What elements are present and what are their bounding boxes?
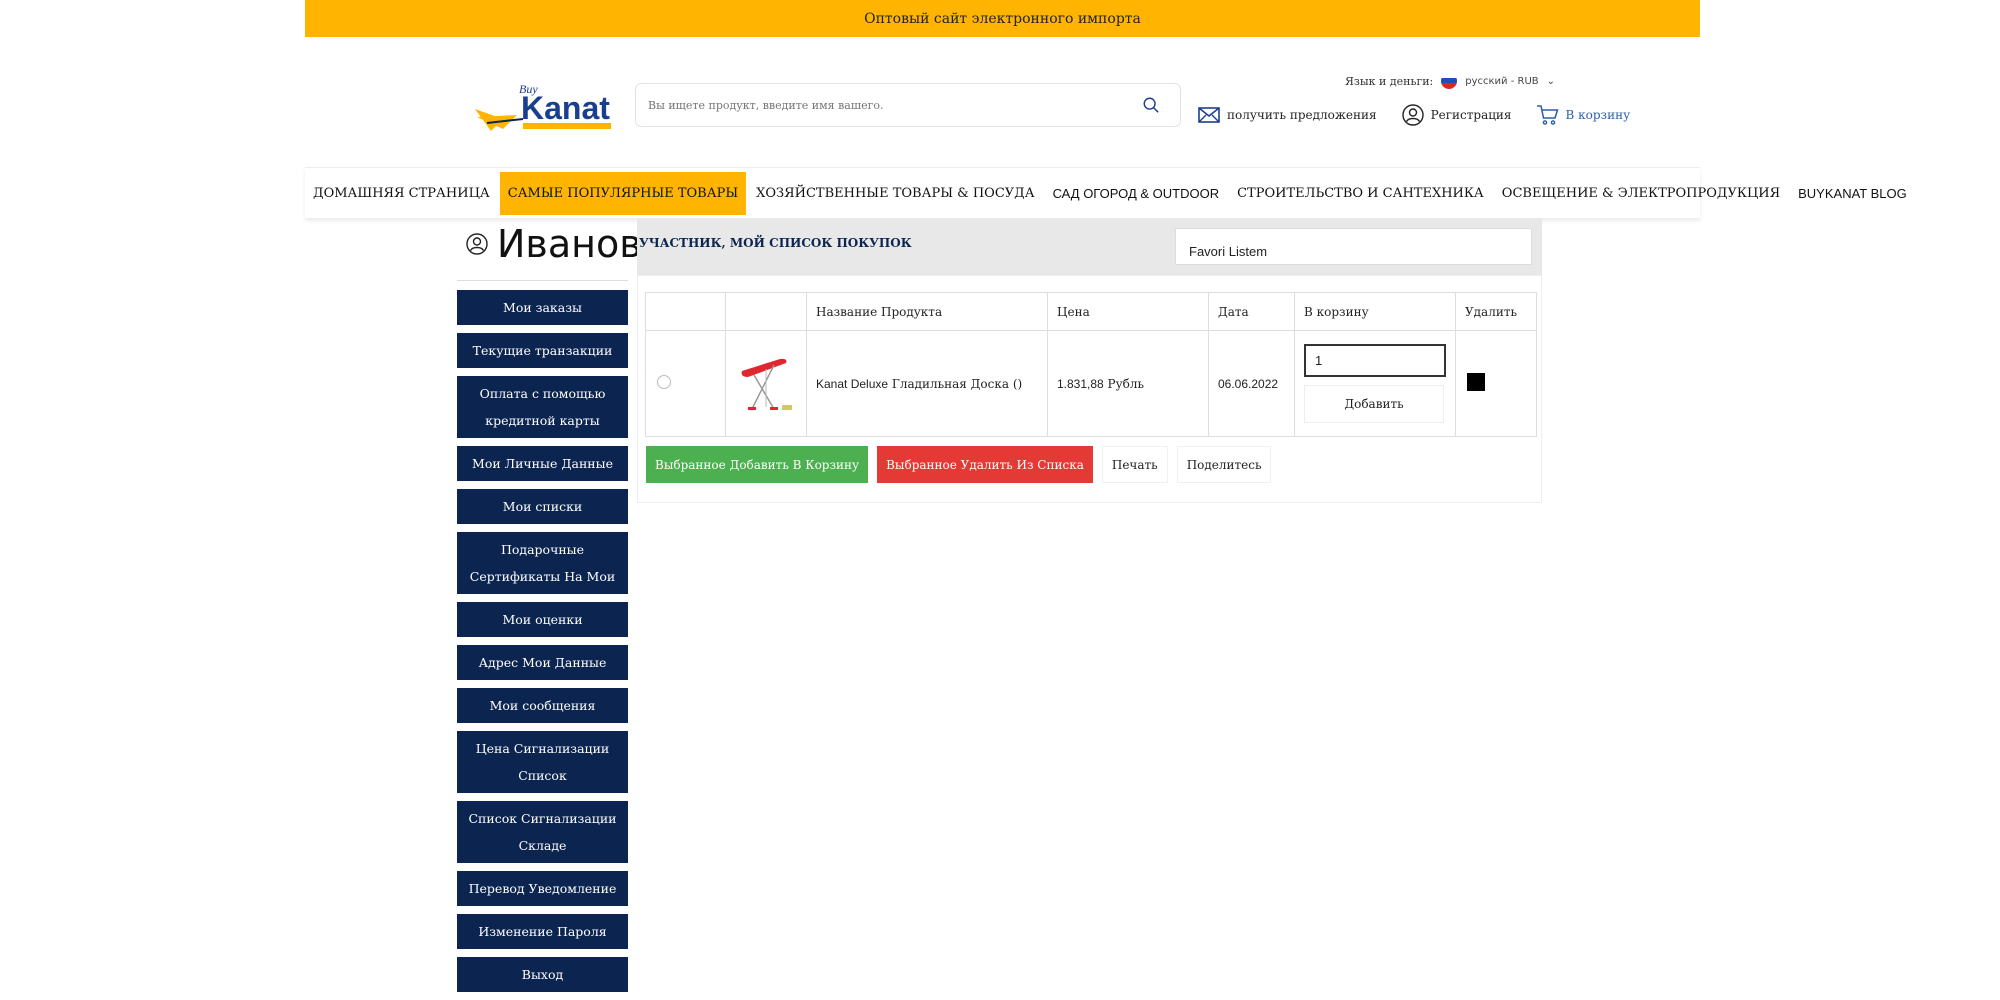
sidebar-item-stock-alerts[interactable]: Список Сигнализации Складе (457, 801, 628, 863)
sidebar-item-ratings[interactable]: Мои оценки (457, 602, 628, 637)
logo-icon: Kanat Buy (475, 82, 611, 131)
register-label: Регистрация (1430, 108, 1512, 122)
offers-link[interactable]: получить предложения (1197, 103, 1377, 127)
language-currency[interactable]: Язык и деньги: русский - RUB ⌄ (1345, 73, 1555, 89)
nav-item-home[interactable]: ДОМАШНЯЯ СТРАНИЦА (305, 172, 498, 215)
user-circle-icon (466, 233, 488, 255)
add-selected-to-cart-button[interactable]: Выбранное Добавить В Корзину (646, 446, 869, 483)
sidebar-item-messages[interactable]: Мои сообщения (457, 688, 628, 723)
col-product-name: Название Продукта (806, 292, 1048, 331)
row-select-radio[interactable] (657, 375, 671, 389)
col-to-cart: В корзину (1294, 292, 1456, 331)
list-select[interactable]: Favori Listem (1175, 228, 1532, 265)
nav-item-blog[interactable]: BUYKANAT BLOG (1790, 172, 1915, 215)
product-name[interactable]: Гладильная Доска () (892, 377, 1022, 391)
table-header-row: Название Продукта Цена Дата В корзину Уд… (645, 292, 1537, 331)
sidebar-item-logout[interactable]: Выход (457, 957, 628, 992)
col-price: Цена (1047, 292, 1209, 331)
nav-item-popular[interactable]: САМЫЕ ПОПУЛЯРНЫЕ ТОВАРЫ (499, 171, 747, 215)
nav-item-construction[interactable]: СТРОИТЕЛЬСТВО И САНТЕХНИКА (1229, 172, 1492, 215)
col-date: Дата (1208, 292, 1295, 331)
col-delete: Удалить (1455, 292, 1537, 331)
banner-text: Оптовый сайт электронного импорта (864, 10, 1141, 27)
nav-item-garden[interactable]: САД ОГОРОД & OUTDOOR (1045, 172, 1228, 215)
cart-label: В корзину (1565, 108, 1631, 122)
user-circle-icon (1401, 104, 1424, 126)
account-sidebar: Мои заказы Текущие транзакции Оплата с п… (457, 290, 628, 1000)
user-title: Иванов (465, 222, 642, 266)
remove-selected-button[interactable]: Выбранное Удалить Из Списка (877, 446, 1093, 483)
logo-small-text: Buy (519, 82, 538, 96)
nav-item-household[interactable]: ХОЗЯЙСТВЕННЫЕ ТОВАРЫ & ПОСУДА (748, 172, 1042, 215)
cart-link[interactable]: В корзину (1536, 103, 1631, 127)
lang-value: русский - RUB (1465, 75, 1539, 87)
offers-label: получить предложения (1227, 108, 1377, 122)
quantity-input[interactable]: 1 (1304, 344, 1446, 377)
sidebar-item-card-payment[interactable]: Оплата с помощью кредитной карты (457, 376, 628, 438)
share-button[interactable]: Поделитесь (1176, 446, 1272, 483)
wishlist-header: УЧАСТНИК, МОЙ СПИСОК ПОКУПОК Favori List… (637, 218, 1542, 275)
sidebar-item-transactions[interactable]: Текущие транзакции (457, 333, 628, 368)
russia-flag-icon (1441, 73, 1458, 89)
sidebar-item-transfer-notice[interactable]: Перевод Уведомление (457, 871, 628, 906)
table-row: Kanat Deluxe Гладильная Доска () 1.831,8… (645, 330, 1537, 437)
product-price: 1.831,88 (1057, 376, 1104, 391)
divider (457, 280, 628, 281)
header: Kanat Buy Язык и деньги: русский - RUB ⌄… (305, 37, 1700, 167)
chevron-down-icon: ⌄ (1546, 75, 1556, 87)
sidebar-item-price-alerts[interactable]: Цена Сигнализации Список (457, 731, 628, 793)
sidebar-item-lists[interactable]: Мои списки (457, 489, 628, 524)
cart-icon (1536, 105, 1559, 125)
delete-checkbox[interactable] (1467, 373, 1485, 391)
envelope-icon (1198, 107, 1220, 123)
lang-label: Язык и деньги: (1345, 74, 1434, 88)
sidebar-item-change-password[interactable]: Изменение Пароля (457, 914, 628, 949)
add-to-cart-button[interactable]: Добавить (1304, 385, 1444, 423)
bulk-actions: Выбранное Добавить В Корзину Выбранное У… (646, 446, 1272, 483)
register-link[interactable]: Регистрация (1401, 103, 1512, 127)
site-logo[interactable]: Kanat Buy (473, 79, 621, 137)
sidebar-item-personal-data[interactable]: Мои Личные Данные (457, 446, 628, 481)
sidebar-item-addresses[interactable]: Адрес Мои Данные (457, 645, 628, 680)
top-banner: Оптовый сайт электронного импорта (305, 0, 1700, 37)
added-date: 06.06.2022 (1218, 376, 1279, 391)
print-button[interactable]: Печать (1101, 446, 1168, 483)
main-nav: ДОМАШНЯЯ СТРАНИЦА САМЫЕ ПОПУЛЯРНЫЕ ТОВАР… (305, 167, 1907, 218)
col-image (725, 292, 807, 331)
nav-item-lighting[interactable]: ОСВЕЩЕНИЕ & ЭЛЕКТРОПРОДУКЦИЯ (1494, 172, 1788, 215)
product-brand[interactable]: Kanat Deluxe (816, 377, 888, 391)
search-input[interactable] (648, 98, 1142, 112)
page-title: УЧАСТНИК, МОЙ СПИСОК ПОКУПОК (639, 236, 912, 250)
user-name: Иванов (497, 222, 642, 266)
price-currency: Рубль (1107, 376, 1145, 391)
sidebar-item-gift-cards[interactable]: Подарочные Сертификаты На Мои (457, 532, 628, 594)
header-actions: получить предложения Регистрация В корзи… (1197, 103, 1630, 127)
product-image[interactable] (736, 349, 796, 419)
wishlist-table: Название Продукта Цена Дата В корзину Уд… (645, 292, 1537, 437)
sidebar-item-orders[interactable]: Мои заказы (457, 290, 628, 325)
search-box (635, 83, 1181, 127)
col-select (645, 292, 726, 331)
search-icon[interactable] (1142, 96, 1160, 114)
